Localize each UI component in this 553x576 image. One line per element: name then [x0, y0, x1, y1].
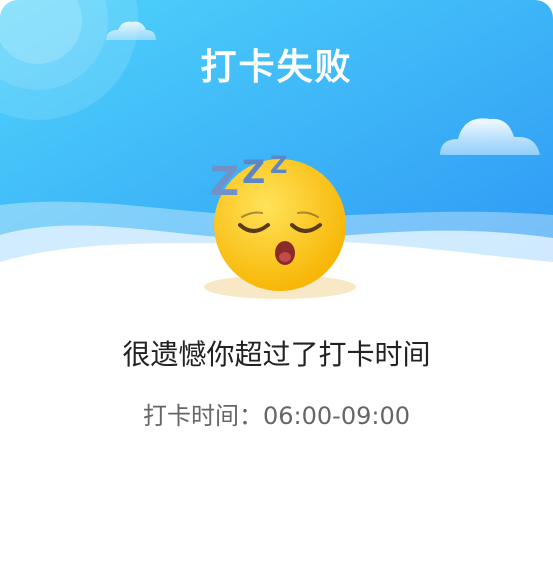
check-in-time-row: 打卡时间：06:00-09:00 — [0, 396, 553, 431]
svg-text:Z: Z — [242, 153, 265, 191]
check-in-failed-dialog: 打卡失败 Z Z Z 很遗憾你超过了打卡时间 打卡时间：06:00-09:00 — [0, 0, 553, 576]
time-label: 打卡时间： — [143, 402, 263, 430]
failure-message: 很遗憾你超过了打卡时间 — [122, 338, 431, 371]
svg-text:Z: Z — [270, 151, 287, 179]
time-range: 06:00-09:00 — [263, 402, 410, 430]
sleeping-face-icon: Z Z Z — [204, 151, 356, 299]
page-title: 打卡失败 — [200, 47, 353, 88]
svg-text:Z: Z — [210, 159, 239, 205]
